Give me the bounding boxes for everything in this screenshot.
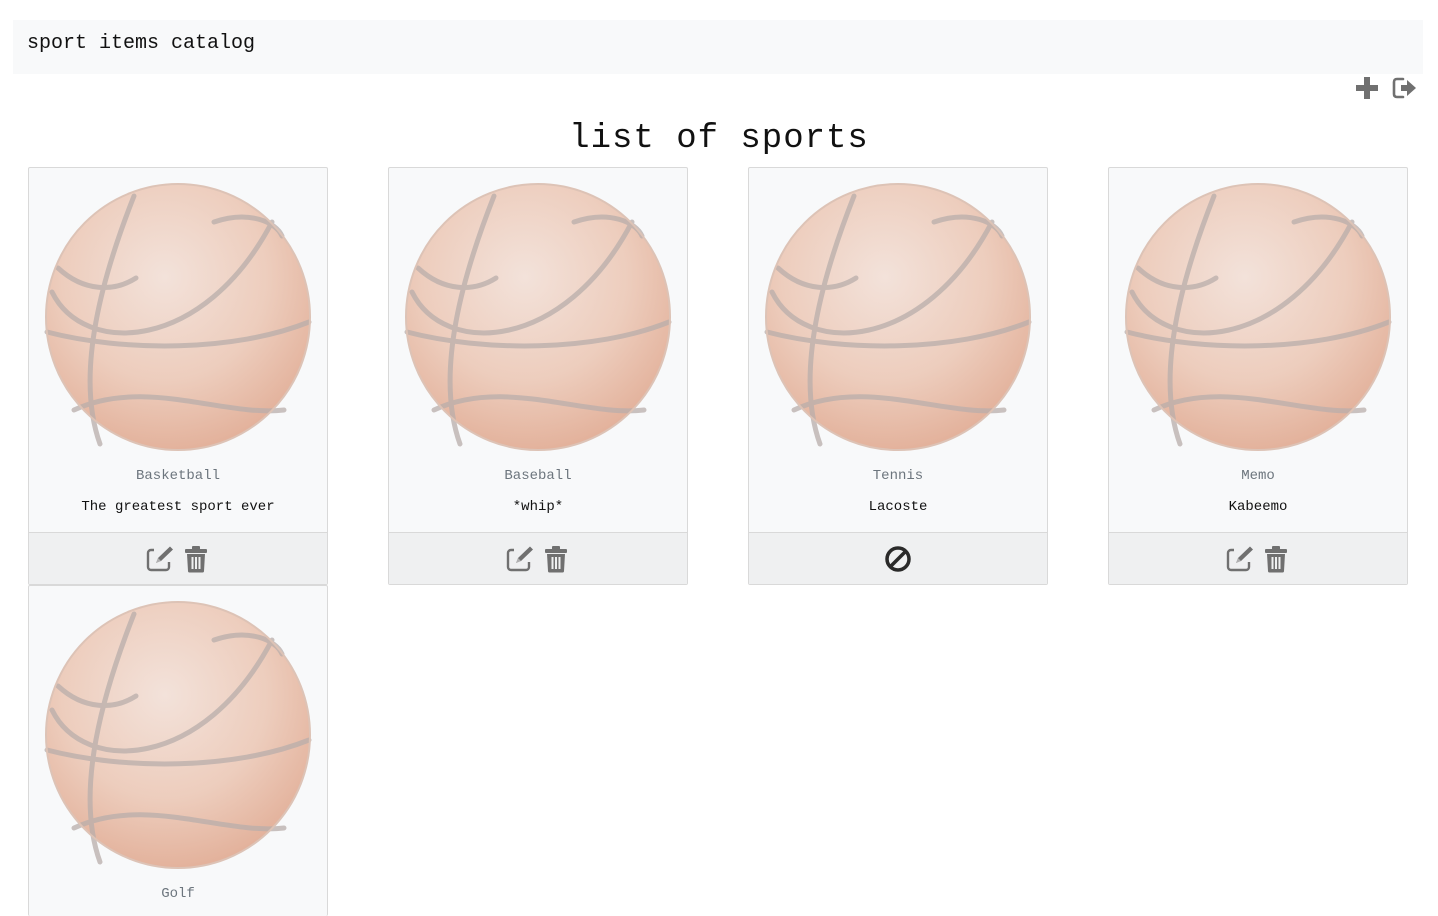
- sport-card: Golf: [28, 585, 328, 916]
- card-description: *whip*: [512, 499, 564, 515]
- card-description: Lacoste: [868, 499, 928, 515]
- trash-icon[interactable]: [542, 545, 570, 573]
- basketball-image[interactable]: [1124, 182, 1392, 452]
- basketball-image[interactable]: [44, 182, 312, 452]
- card-description: Kabeemo: [1228, 499, 1288, 515]
- sport-card: Memo Kabeemo: [1108, 167, 1408, 585]
- edit-icon[interactable]: [506, 545, 534, 573]
- sign-out-icon[interactable]: [1392, 75, 1418, 101]
- sport-card: Basketball The greatest sport ever: [28, 167, 328, 585]
- card-title[interactable]: Memo: [1109, 468, 1407, 484]
- navbar: sport items catalog: [13, 20, 1423, 74]
- card-description: The greatest sport ever: [81, 499, 275, 515]
- basketball-image[interactable]: [44, 600, 312, 870]
- card-title[interactable]: Basketball: [29, 468, 327, 484]
- page-title: list of sports: [569, 120, 869, 158]
- card-footer: [389, 532, 687, 584]
- edit-icon[interactable]: [146, 545, 174, 573]
- card-title[interactable]: Tennis: [749, 468, 1047, 484]
- card-title[interactable]: Baseball: [389, 468, 687, 484]
- plus-icon[interactable]: [1354, 75, 1380, 101]
- ban-icon: [884, 545, 912, 573]
- card-footer: [749, 532, 1047, 584]
- edit-icon[interactable]: [1226, 545, 1254, 573]
- card-footer: [1109, 532, 1407, 584]
- trash-icon[interactable]: [182, 545, 210, 573]
- sport-card: Baseball *whip*: [388, 167, 688, 585]
- card-footer: [29, 532, 327, 584]
- toolbar: [1354, 74, 1418, 102]
- sport-card: Tennis Lacoste: [748, 167, 1048, 585]
- basketball-image[interactable]: [764, 182, 1032, 452]
- trash-icon[interactable]: [1262, 545, 1290, 573]
- brand-link[interactable]: sport items catalog: [27, 33, 255, 55]
- basketball-image[interactable]: [404, 182, 672, 452]
